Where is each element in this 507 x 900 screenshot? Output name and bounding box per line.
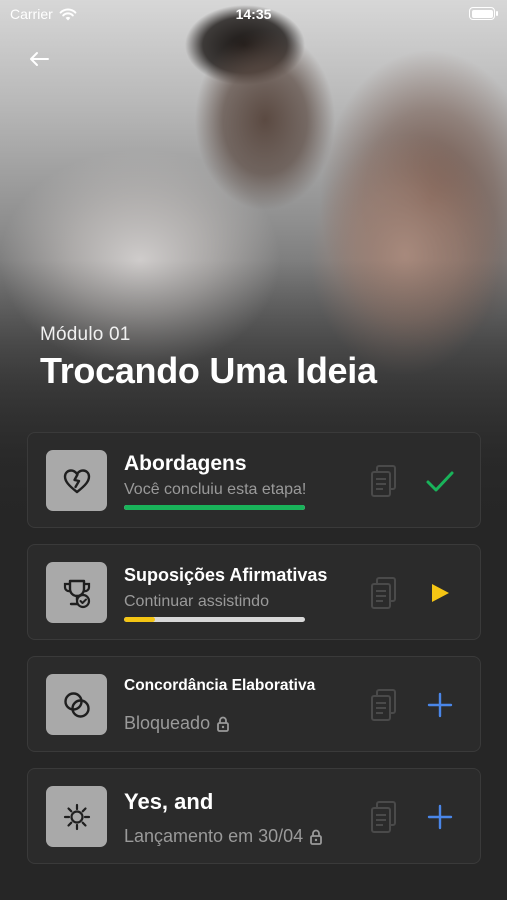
add-button[interactable] (422, 687, 458, 723)
plus-icon (427, 804, 453, 830)
module-title: Trocando Uma Ideia (40, 350, 377, 391)
sun-icon (63, 803, 90, 830)
progress-bar (124, 617, 305, 622)
lesson-status-text: Bloqueado (124, 713, 211, 733)
lesson-icon-tile (46, 674, 107, 735)
progress-bar (124, 505, 305, 510)
status-bar: Carrier 14:35 (0, 0, 507, 30)
lesson-title: Suposições Afirmativas (124, 565, 328, 585)
lock-icon (310, 829, 323, 845)
plus-icon (427, 692, 453, 718)
lesson-card-suposicoes[interactable]: Suposições Afirmativas Continuar assisti… (27, 544, 481, 640)
lesson-status-text: Lançamento em 30/04 (124, 826, 304, 846)
overlap-circles-icon (63, 691, 90, 718)
checkmark-icon (426, 471, 454, 492)
lesson-subtitle: Continuar assistindo (124, 593, 269, 611)
broken-heart-icon (63, 468, 90, 493)
lesson-card-abordagens[interactable]: Abordagens Você concluiu esta etapa! (27, 432, 481, 528)
play-button[interactable] (422, 575, 458, 611)
clock: 14:35 (235, 6, 272, 22)
lesson-status-text: Você concluiu esta etapa! (124, 481, 307, 498)
add-button[interactable] (422, 799, 458, 835)
lesson-title: Abordagens (124, 452, 247, 475)
trophy-icon (63, 579, 90, 608)
lesson-card-yes-and[interactable]: Yes, and Lançamento em 30/04 (27, 768, 481, 864)
lock-icon (217, 716, 229, 732)
lesson-subtitle: Você concluiu esta etapa! (124, 481, 306, 499)
progress-fill (124, 617, 155, 622)
battery-icon (469, 7, 498, 20)
lesson-title: Yes, and (124, 789, 214, 814)
complete-indicator[interactable] (422, 463, 458, 499)
progress-fill (124, 505, 305, 510)
lesson-subtitle: Bloqueado (124, 713, 230, 734)
document-icon[interactable] (368, 687, 400, 723)
back-arrow-icon[interactable] (26, 46, 52, 72)
lesson-icon-tile (46, 450, 107, 511)
module-number: Módulo 01 (40, 324, 131, 345)
lesson-title: Concordância Elaborativa (124, 677, 316, 694)
lesson-subtitle: Lançamento em 30/04 (124, 826, 323, 847)
lesson-card-concordancia[interactable]: Concordância Elaborativa Bloqueado (27, 656, 481, 752)
lesson-icon-tile (46, 786, 107, 847)
play-icon (432, 584, 449, 602)
document-icon[interactable] (368, 463, 400, 499)
lesson-status-text: Continuar assistindo (124, 593, 269, 610)
lesson-icon-tile (46, 562, 107, 623)
document-icon[interactable] (368, 799, 400, 835)
document-icon[interactable] (368, 575, 400, 611)
